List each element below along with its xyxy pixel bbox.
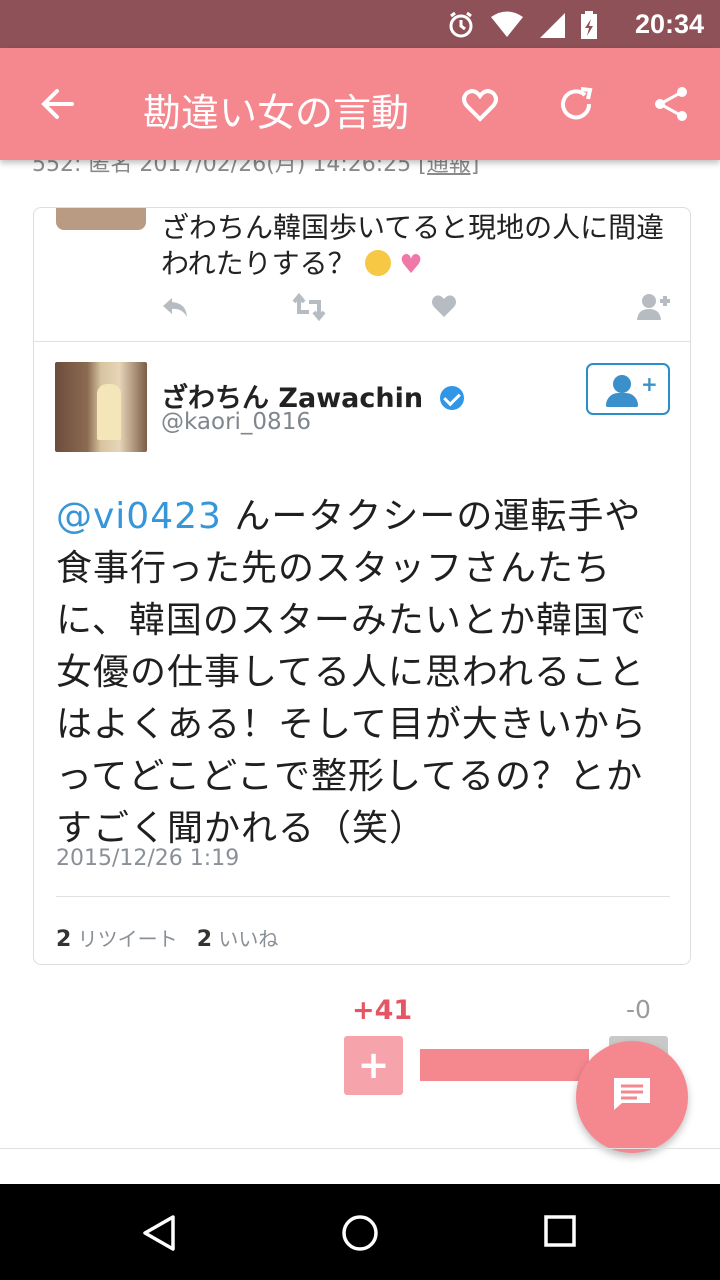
reply-text: ざわちん韓国歩いてると現地の人に間違われたりする？ ♥ bbox=[161, 210, 671, 283]
status-icons bbox=[446, 10, 598, 44]
comment-fab[interactable] bbox=[576, 1041, 688, 1153]
report-link[interactable]: [通報] bbox=[418, 160, 479, 177]
retweet-icon[interactable] bbox=[292, 292, 326, 322]
tweet-divider bbox=[34, 341, 690, 342]
tweet-date: 2015/12/26 1:19 bbox=[56, 846, 240, 871]
signal-icon bbox=[538, 11, 566, 43]
content-area: 552: 匿名 2017/02/26(月) 14:26:25 [通報] ざわちん… bbox=[0, 160, 720, 1184]
like-count: 2 bbox=[196, 927, 213, 952]
status-bar: 20:34 bbox=[0, 0, 720, 48]
page-title: 勘違い女の言動 bbox=[143, 91, 410, 135]
follow-button[interactable]: + bbox=[586, 363, 670, 415]
comment-meta-text: 552: 匿名 2017/02/26(月) 14:26:25 bbox=[32, 160, 412, 177]
status-time: 20:34 bbox=[634, 9, 704, 39]
like-label: いいね bbox=[218, 927, 279, 951]
stats-divider bbox=[56, 896, 670, 897]
heart-emoji-icon: ♥ bbox=[399, 250, 423, 280]
comment-icon bbox=[614, 1078, 650, 1110]
reply-avatar bbox=[56, 208, 146, 230]
plus-vote-button[interactable]: + bbox=[344, 1036, 403, 1095]
verified-badge-icon bbox=[440, 386, 465, 410]
reply-icon[interactable] bbox=[160, 292, 190, 322]
follow-plus-icon: + bbox=[641, 372, 658, 396]
home-nav-icon[interactable] bbox=[340, 1213, 380, 1253]
tweet-stats: 2 リツイート 2 いいね bbox=[56, 923, 278, 952]
user-handle[interactable]: @kaori_0816 bbox=[161, 409, 311, 435]
follow-small-icon[interactable] bbox=[636, 292, 672, 322]
retweet-label: リツイート bbox=[77, 927, 178, 951]
back-arrow-icon[interactable] bbox=[38, 84, 78, 124]
refresh-icon[interactable] bbox=[556, 84, 596, 124]
app-bar: 勘違い女の言動 bbox=[0, 48, 720, 160]
recent-apps-icon[interactable] bbox=[542, 1213, 578, 1249]
alarm-icon bbox=[446, 10, 476, 44]
tweet-body-text: んータクシーの運転手や食事行った先のスタッフさんたちに、韓国のスターみたいとか韓… bbox=[56, 496, 647, 849]
navigation-bar bbox=[0, 1184, 720, 1280]
like-icon[interactable] bbox=[430, 292, 458, 320]
heart-icon[interactable] bbox=[460, 84, 500, 124]
back-nav-icon[interactable] bbox=[139, 1213, 179, 1253]
eyes-roll-emoji-icon bbox=[364, 250, 391, 276]
wifi-icon bbox=[490, 11, 524, 43]
tweet-body: @vi0423 んータクシーの運転手や食事行った先のスタッフさんたちに、韓国のス… bbox=[56, 491, 666, 855]
battery-icon bbox=[580, 10, 598, 44]
section-divider bbox=[0, 1148, 720, 1149]
vote-ratio-bar bbox=[420, 1049, 589, 1081]
reply-actions bbox=[160, 292, 670, 326]
tweet-mention[interactable]: @vi0423 bbox=[56, 496, 222, 537]
retweet-count: 2 bbox=[56, 927, 72, 952]
plus-vote-count: +41 bbox=[352, 995, 413, 1026]
minus-vote-count: -0 bbox=[626, 995, 651, 1024]
comment-meta: 552: 匿名 2017/02/26(月) 14:26:25 [通報] bbox=[32, 160, 479, 178]
tweet-card: ざわちん韓国歩いてると現地の人に間違われたりする？ ♥ ざわちん Zawachi… bbox=[33, 207, 691, 965]
share-icon[interactable] bbox=[651, 84, 691, 124]
user-avatar[interactable] bbox=[55, 362, 147, 452]
